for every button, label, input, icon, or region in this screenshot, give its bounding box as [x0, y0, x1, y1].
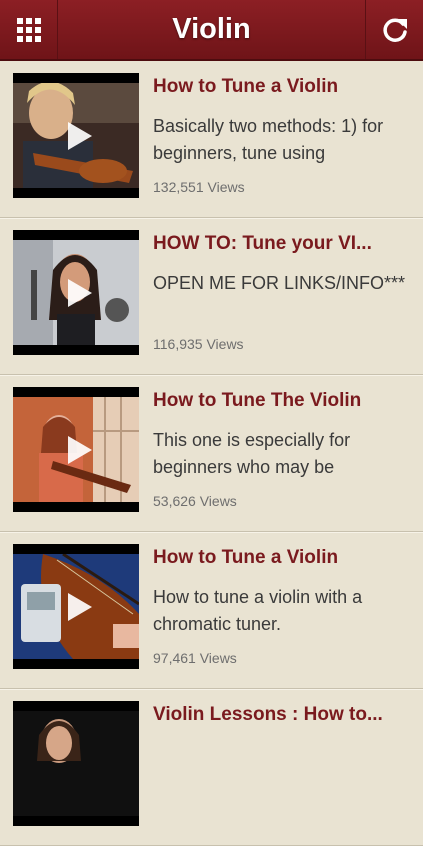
page-title: Violin	[172, 13, 251, 45]
video-thumbnail[interactable]	[13, 544, 139, 669]
play-icon	[68, 435, 92, 464]
video-list-item[interactable]: How to Tune a Violin Basically two metho…	[0, 61, 423, 218]
video-list-item[interactable]: How to Tune The Violin This one is espec…	[0, 375, 423, 532]
play-icon	[68, 121, 92, 150]
view-count: 116,935 Views	[153, 336, 244, 352]
thumbnail-image	[13, 711, 139, 816]
video-thumbnail[interactable]	[13, 230, 139, 355]
video-thumbnail[interactable]	[13, 387, 139, 512]
view-count: 132,551 Views	[153, 179, 245, 195]
video-title[interactable]: How to Tune a Violin	[153, 75, 415, 99]
video-thumbnail[interactable]	[13, 73, 139, 198]
video-description: Basically two methods: 1) for beginners,…	[153, 116, 384, 163]
video-title[interactable]: Violin Lessons : How to...	[153, 703, 415, 727]
grid-menu-icon	[16, 17, 41, 42]
video-title[interactable]: How to Tune The Violin	[153, 389, 415, 413]
refresh-icon	[382, 18, 407, 42]
video-description	[153, 741, 415, 795]
video-title[interactable]: How to Tune a Violin	[153, 546, 415, 570]
app-header: Violin	[0, 0, 423, 61]
video-description: OPEN ME FOR LINKS/INFO***	[153, 273, 406, 293]
view-count: 53,626 Views	[153, 493, 237, 509]
video-title[interactable]: HOW TO: Tune your VI...	[153, 232, 415, 256]
video-list-item[interactable]: Violin Lessons : How to...	[0, 689, 423, 846]
refresh-button[interactable]	[365, 0, 423, 59]
video-list-item[interactable]: How to Tune a Violin How to tune a violi…	[0, 532, 423, 689]
menu-button[interactable]	[0, 0, 58, 59]
video-list: How to Tune a Violin Basically two metho…	[0, 61, 423, 846]
video-description: This one is especially for beginners who…	[153, 430, 351, 477]
video-list-item[interactable]: HOW TO: Tune your VI... OPEN ME FOR LINK…	[0, 218, 423, 375]
video-thumbnail[interactable]	[13, 701, 139, 826]
video-description: How to tune a violin with a chromatic tu…	[153, 587, 363, 634]
view-count: 97,461 Views	[153, 650, 237, 666]
play-icon	[68, 278, 92, 307]
play-icon	[68, 592, 92, 621]
